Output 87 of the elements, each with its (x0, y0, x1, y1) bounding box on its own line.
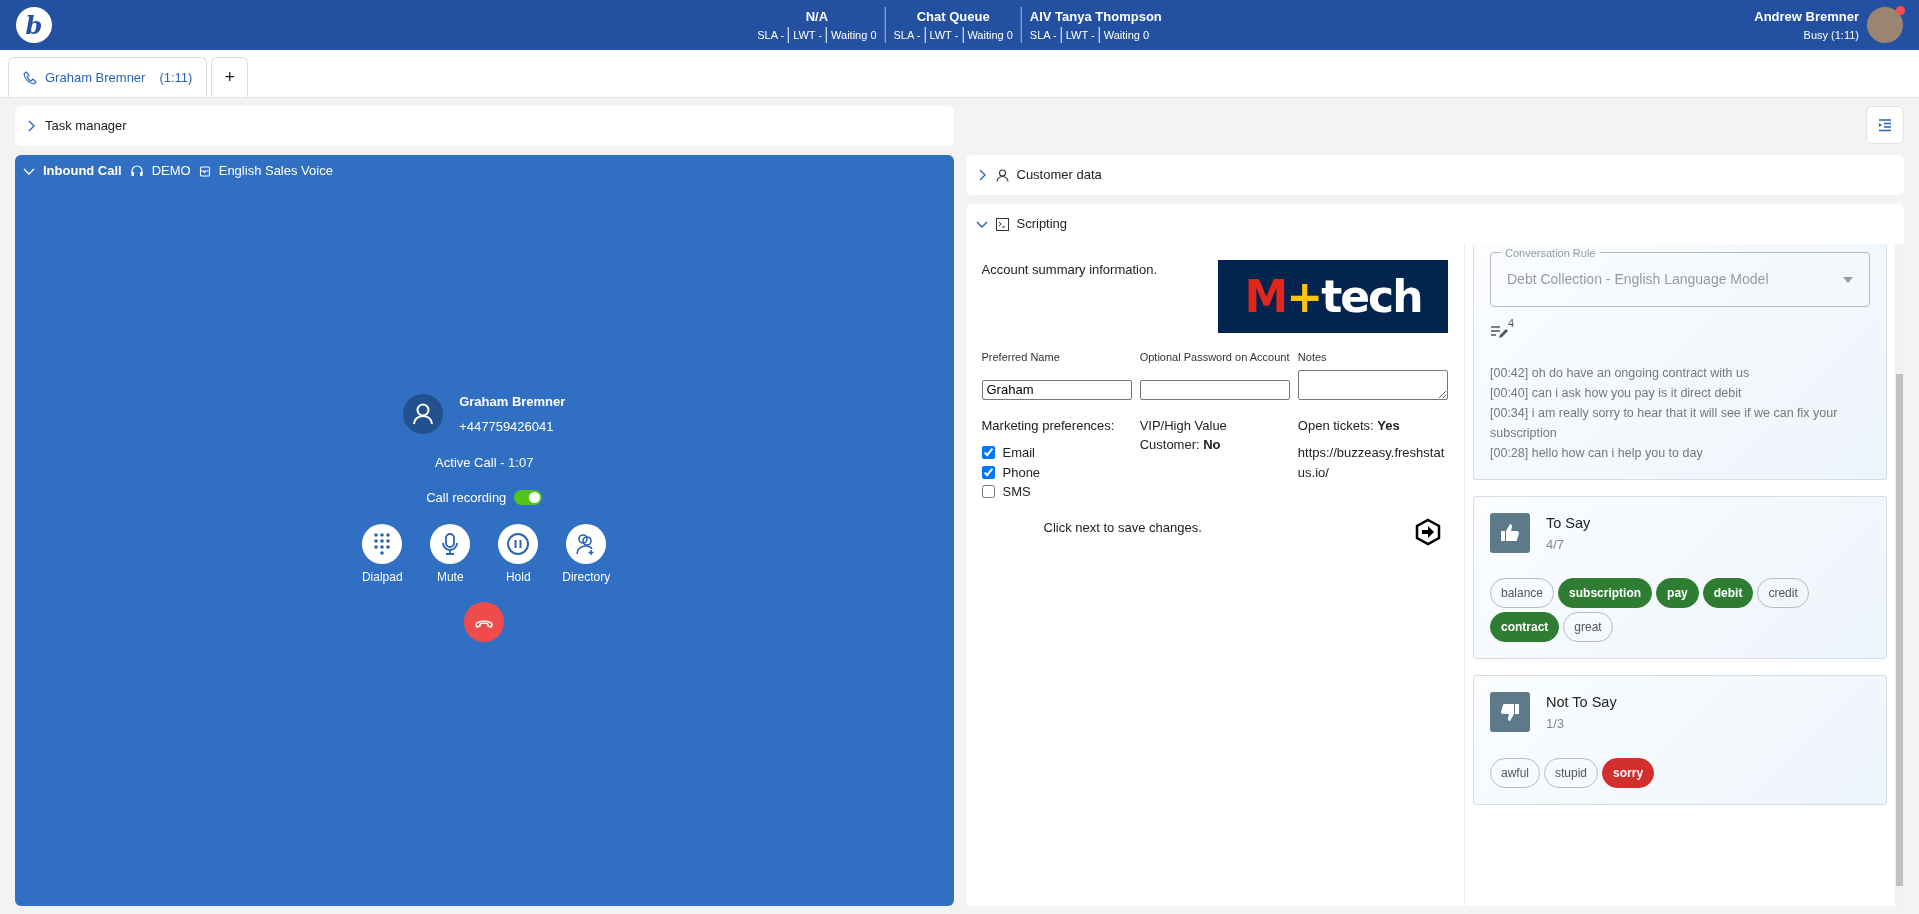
thumbs-down-icon (1490, 692, 1530, 733)
contact-avatar-icon (403, 394, 444, 434)
keyword-tag: sorry (1602, 757, 1655, 788)
indent-icon (1877, 117, 1893, 133)
thumbs-up-icon (1490, 513, 1530, 553)
transcript-line: [00:40] can i ask how you pay is it direct debit (1490, 385, 1743, 402)
recording-toggle[interactable] (514, 490, 543, 506)
dialpad-button[interactable] (362, 523, 403, 564)
queue-stat: LWT - (924, 26, 959, 43)
select-value: Debt Collection - English Language Model (1507, 270, 1769, 289)
caret-icon (1843, 276, 1854, 283)
queue-stat: SLA - (757, 27, 785, 43)
vip-status: VIP/High Value Customer: No (1139, 416, 1228, 454)
queue-name: Chat Queue (915, 8, 991, 26)
notes-field[interactable] (1297, 369, 1448, 400)
queue-stat: Waiting 0 (962, 26, 1013, 43)
user-status: Busy (1:11) (1802, 27, 1859, 43)
card-title: To Say (1546, 514, 1591, 533)
keyword-tag: pay (1656, 578, 1699, 609)
script-intro: Account summary information. (981, 261, 1158, 279)
checkbox-label: Email (1002, 444, 1035, 462)
card-count: 1/3 (1546, 715, 1566, 733)
input-field[interactable] (1139, 379, 1290, 400)
queue-stat: LWT - (788, 26, 823, 43)
field-label: Notes (1297, 350, 1328, 365)
hang-up-button[interactable] (464, 601, 505, 642)
queue-stat: LWT - (1060, 26, 1095, 43)
checkbox-label: Phone (1002, 463, 1041, 482)
transcript-line: [00:42] oh do have an ongoing contract with us (1490, 365, 1751, 382)
mute-button[interactable] (430, 523, 471, 564)
list-edit-icon (1490, 323, 1508, 339)
status-link[interactable]: https://buzzeasy.freshstatus.io/ (1297, 443, 1448, 482)
recording-label: Call recording (426, 489, 507, 507)
arrow-hexagon-icon (1414, 517, 1442, 546)
checkbox[interactable] (981, 465, 995, 479)
scrollbar[interactable] (1895, 244, 1904, 906)
dialpad-label: Dialpad (361, 568, 403, 586)
call-status: Active Call - 1:07 (435, 453, 534, 472)
directory-label: Directory (562, 568, 611, 586)
panel-title: Task manager (45, 117, 127, 136)
queue-stat: SLA - (893, 27, 921, 43)
queue-label: DEMO (151, 162, 191, 181)
phone-icon (23, 70, 37, 85)
card-count: 4/7 (1546, 535, 1566, 554)
mute-label: Mute (436, 568, 464, 586)
add-tab[interactable]: + (211, 57, 248, 97)
queue-name: N/A (804, 8, 830, 26)
terminal-icon (995, 217, 1009, 231)
brand-logo: b (16, 7, 52, 43)
field-label: Preferred Name (981, 350, 1061, 365)
field-label: Optional Password on Account (1139, 350, 1290, 365)
tickets-status: Open tickets: Yes (1297, 416, 1401, 435)
call-tab[interactable]: Graham Bremner (1:11) (8, 57, 208, 97)
person-icon (995, 168, 1009, 182)
next-button[interactable] (1414, 517, 1442, 546)
campaign-label: English Sales Voice (218, 162, 333, 181)
scripting-title: Scripting (1016, 215, 1068, 234)
keyword-tag: subscription (1558, 578, 1653, 609)
inbox-icon (198, 165, 211, 177)
contact-phone: +447759426041 (459, 418, 555, 436)
checkbox-label: SMS (1002, 483, 1031, 501)
card-title: Not To Say (1546, 693, 1617, 713)
checkbox[interactable] (981, 446, 995, 460)
transcript-line: [00:28] hello how can i help you to day (1490, 445, 1704, 462)
user-name: Andrew Bremner (1754, 8, 1859, 26)
transcript-line: [00:34] i am really sorry to hear that it will see if we can fix your subscription (1490, 405, 1839, 442)
brand-logo: M+tech (1218, 260, 1448, 333)
hold-button[interactable] (498, 523, 539, 564)
checkbox[interactable] (981, 485, 995, 499)
pause-icon (506, 531, 531, 556)
save-note: Click next to save changes. (1043, 518, 1202, 537)
edit-count: 4 (1508, 316, 1515, 331)
hold-label: Hold (505, 568, 531, 586)
headset-icon (129, 164, 144, 178)
queue-stat: SLA - (1029, 27, 1057, 43)
queue-stat: Waiting 0 (826, 26, 877, 43)
queue-name: AIV Tanya Thompson (1029, 8, 1162, 26)
keyword-tag: debit (1702, 578, 1754, 609)
marketing-label: Marketing preferences: (981, 416, 1116, 435)
panel-title: Customer data (1016, 166, 1102, 185)
directory-button[interactable] (566, 523, 607, 564)
contact-name: Graham Bremner (459, 392, 566, 411)
keyword-tag: contract (1490, 612, 1560, 643)
call-title: Inbound Call (43, 162, 122, 181)
input-field[interactable]: Graham (981, 379, 1132, 400)
queue-stat: Waiting 0 (1098, 26, 1150, 43)
panel-toggle-button[interactable] (1866, 106, 1904, 144)
